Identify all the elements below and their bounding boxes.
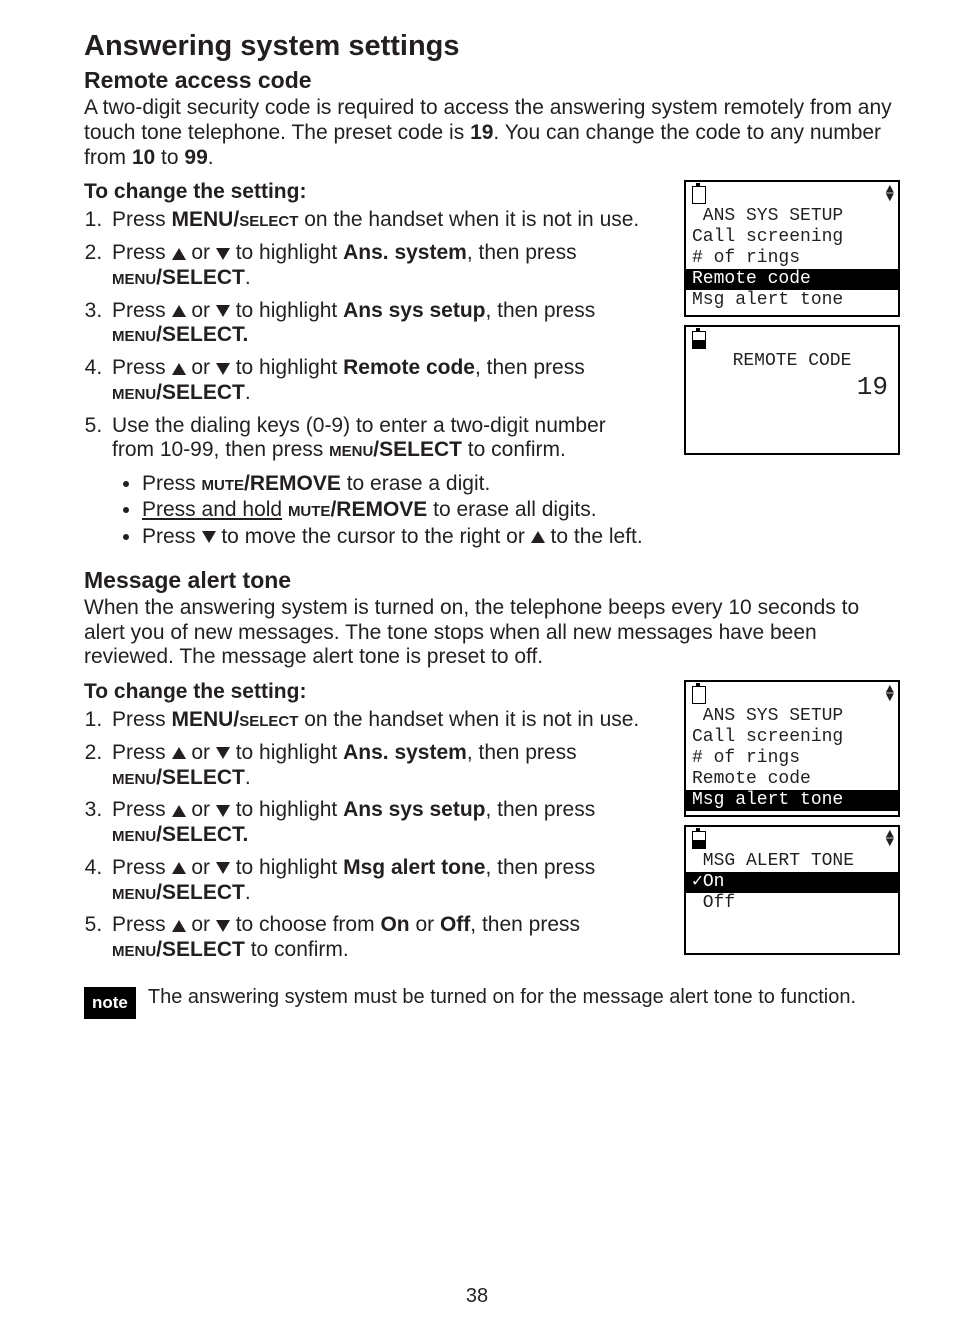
intro-remote-access: A two-digit security code is required to…	[84, 96, 894, 170]
down-arrow-icon	[216, 363, 230, 375]
section1-content: To change the setting: Press MENU/select…	[84, 180, 894, 548]
step-4: Press or to highlight Msg alert tone, th…	[108, 856, 644, 906]
up-arrow-icon	[172, 862, 186, 874]
down-arrow-icon	[216, 862, 230, 874]
manual-page: Answering system settings Remote access …	[0, 0, 954, 1336]
lcd-row: Msg alert tone	[686, 290, 898, 311]
down-arrow-icon	[216, 747, 230, 759]
lcd-row: Call screening	[686, 227, 898, 248]
bullet-2: Press and hold mute/REMOVE to erase all …	[142, 497, 644, 522]
page-number: 38	[0, 1285, 954, 1308]
down-arrow-icon	[202, 531, 216, 543]
down-arrow-icon	[216, 305, 230, 317]
page-title: Answering system settings	[84, 30, 894, 63]
step-5: Use the dialing keys (0-9) to enter a tw…	[108, 414, 644, 464]
step-4: Press or to highlight Remote code, then …	[108, 356, 644, 406]
lcd-row: Off	[686, 893, 898, 914]
subheading-change-setting-2: To change the setting:	[84, 680, 644, 704]
section2-content: To change the setting: Press MENU/select…	[84, 680, 894, 963]
up-arrow-icon	[172, 747, 186, 759]
lcd-title: MSG ALERT TONE	[686, 851, 898, 872]
section-heading-remote-access: Remote access code	[84, 67, 894, 94]
battery-icon	[692, 831, 706, 849]
lcd-row-highlighted: Remote code	[686, 269, 898, 290]
bullets-1: Press mute/REMOVE to erase a digit. Pres…	[84, 471, 644, 549]
lcd-screen-ans-sys-setup: ▲▼ ANS SYS SETUP Call screening # of rin…	[684, 180, 900, 317]
lcd-screen-ans-sys-setup-2: ▲▼ ANS SYS SETUP Call screening # of rin…	[684, 680, 900, 817]
screen-illustrations-2: ▲▼ ANS SYS SETUP Call screening # of rin…	[684, 680, 904, 963]
step-2: Press or to highlight Ans. system, then …	[108, 741, 644, 791]
up-arrow-icon	[531, 531, 545, 543]
down-arrow-icon	[216, 805, 230, 817]
lcd-title: REMOTE CODE	[686, 351, 898, 372]
lcd-row: Call screening	[686, 727, 898, 748]
step-2: Press or to highlight Ans. system, then …	[108, 241, 644, 291]
bullet-1: Press mute/REMOVE to erase a digit.	[142, 471, 644, 496]
lcd-row: # of rings	[686, 748, 898, 769]
up-arrow-icon	[172, 920, 186, 932]
scroll-indicator-icon: ▲▼	[886, 686, 894, 704]
step-3: Press or to highlight Ans sys setup, the…	[108, 798, 644, 848]
lcd-screen-msg-alert-tone: ▲▼ MSG ALERT TONE ✓On Off	[684, 825, 900, 955]
screen-illustrations-1: ▲▼ ANS SYS SETUP Call screening # of rin…	[684, 180, 904, 463]
step-5: Press or to choose from On or Off, then …	[108, 913, 644, 963]
note-tag: note	[84, 987, 136, 1019]
subheading-change-setting-1: To change the setting:	[84, 180, 644, 204]
lcd-title: ANS SYS SETUP	[686, 706, 898, 727]
step-1: Press MENU/select on the handset when it…	[108, 208, 644, 233]
battery-icon	[692, 331, 706, 349]
scroll-indicator-icon: ▲▼	[886, 186, 894, 204]
steps-list-2: Press MENU/select on the handset when it…	[84, 708, 644, 963]
scroll-indicator-icon: ▲▼	[886, 831, 894, 849]
lcd-row-highlighted: Msg alert tone	[686, 790, 898, 811]
up-arrow-icon	[172, 805, 186, 817]
bullet-3: Press to move the cursor to the right or…	[142, 524, 644, 549]
battery-icon	[692, 186, 706, 204]
intro-message-alert: When the answering system is turned on, …	[84, 596, 894, 670]
battery-icon	[692, 686, 706, 704]
down-arrow-icon	[216, 248, 230, 260]
up-arrow-icon	[172, 363, 186, 375]
note-text: The answering system must be turned on f…	[148, 983, 856, 1009]
step-3: Press or to highlight Ans sys setup, the…	[108, 299, 644, 349]
note-box: note The answering system must be turned…	[84, 983, 894, 1019]
lcd-row-highlighted: ✓On	[686, 872, 898, 893]
lcd-row: # of rings	[686, 248, 898, 269]
up-arrow-icon	[172, 305, 186, 317]
steps-list-1: Press MENU/select on the handset when it…	[84, 208, 644, 463]
section-heading-message-alert: Message alert tone	[84, 567, 894, 594]
step-1: Press MENU/select on the handset when it…	[108, 708, 644, 733]
down-arrow-icon	[216, 920, 230, 932]
up-arrow-icon	[172, 248, 186, 260]
lcd-row: Remote code	[686, 769, 898, 790]
lcd-value: 19	[686, 372, 898, 402]
lcd-screen-remote-code: REMOTE CODE 19	[684, 325, 900, 455]
lcd-title: ANS SYS SETUP	[686, 206, 898, 227]
